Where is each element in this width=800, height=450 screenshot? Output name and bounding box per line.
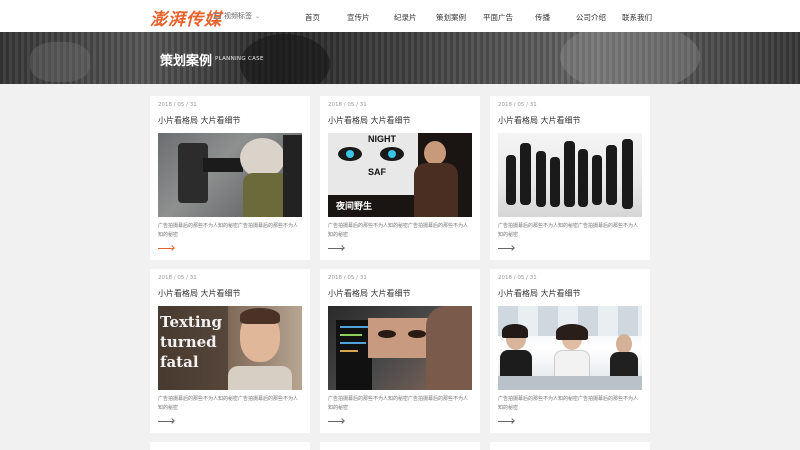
card-description: 广告拍摄幕后的那些不为人知的秘密广告拍摄幕后的那些不为人知的秘密 xyxy=(158,396,299,411)
case-card[interactable] xyxy=(150,442,310,450)
nav-item-communication[interactable]: 传播 xyxy=(535,12,550,23)
site-logo[interactable]: 澎湃传媒 xyxy=(150,5,222,30)
nav-item-print-ads[interactable]: 平面广告 xyxy=(483,12,513,23)
card-date: 2018 / 05 / 31 xyxy=(158,102,197,108)
nav-item-about[interactable]: 公司介绍 xyxy=(576,12,606,23)
card-description: 广告拍摄幕后的那些不为人知的秘密广告拍摄幕后的那些不为人知的秘密 xyxy=(498,223,639,238)
case-card[interactable]: 2018 / 05 / 31 小片看格局 大片看细节 广告拍摄幕后的那些不为人知… xyxy=(490,96,650,260)
nav-item-home[interactable]: 首页 xyxy=(305,12,320,23)
video-tag-dropdown[interactable]: 视频标签 ⌄ xyxy=(214,11,260,21)
case-card[interactable]: 2018 / 05 / 31 小片看格局 大片看细节 广告拍摄幕后的那些不为人知… xyxy=(490,269,650,433)
card-thumbnail[interactable] xyxy=(498,133,642,217)
card-date: 2018 / 05 / 31 xyxy=(328,102,367,108)
case-card[interactable]: 2018 / 05 / 31 小片看格局 大片看细节 NIGHT SAF 夜间野… xyxy=(320,96,480,260)
site-header: 澎湃传媒 视频标签 ⌄ 首页 宣传片 纪录片 策划案例 平面广告 传播 公司介绍… xyxy=(0,0,800,32)
arrow-right-icon[interactable] xyxy=(158,419,174,423)
card-date: 2018 / 05 / 31 xyxy=(328,275,367,281)
card-description: 广告拍摄幕后的那些不为人知的秘密广告拍摄幕后的那些不为人知的秘密 xyxy=(328,223,469,238)
card-date: 2018 / 05 / 31 xyxy=(498,102,537,108)
case-card[interactable]: 2018 / 05 / 31 小片看格局 大片看细节 广告拍摄幕后的那些不为人知… xyxy=(150,96,310,260)
card-date: 2018 / 05 / 31 xyxy=(498,275,537,281)
card-thumbnail[interactable]: Texting turned fatal xyxy=(158,306,302,390)
card-title[interactable]: 小片看格局 大片看细节 xyxy=(498,288,581,299)
card-title[interactable]: 小片看格局 大片看细节 xyxy=(158,288,241,299)
case-card[interactable] xyxy=(490,442,650,450)
arrow-right-icon[interactable] xyxy=(498,419,514,423)
card-title[interactable]: 小片看格局 大片看细节 xyxy=(328,115,411,126)
card-title[interactable]: 小片看格局 大片看细节 xyxy=(158,115,241,126)
card-title[interactable]: 小片看格局 大片看细节 xyxy=(328,288,411,299)
nav-item-promo-film[interactable]: 宣传片 xyxy=(347,12,370,23)
chevron-down-icon: ⌄ xyxy=(255,12,261,20)
card-date: 2018 / 05 / 31 xyxy=(158,275,197,281)
arrow-right-icon[interactable] xyxy=(328,246,344,250)
card-title[interactable]: 小片看格局 大片看细节 xyxy=(498,115,581,126)
nav-item-documentary[interactable]: 纪录片 xyxy=(394,12,417,23)
card-thumbnail[interactable]: NIGHT SAF 夜间野生 xyxy=(328,133,472,217)
arrow-right-icon[interactable] xyxy=(158,246,174,250)
page-banner xyxy=(0,32,800,84)
card-thumbnail[interactable] xyxy=(158,133,302,217)
arrow-right-icon[interactable] xyxy=(498,246,514,250)
arrow-right-icon[interactable] xyxy=(328,419,344,423)
page-title: 策划案例 xyxy=(160,54,213,69)
card-thumbnail[interactable] xyxy=(498,306,642,390)
menu-icon xyxy=(214,13,221,19)
page-subtitle: PLANNING CASE xyxy=(215,56,264,62)
nav-item-contact[interactable]: 联系我们 xyxy=(622,12,652,23)
card-thumbnail[interactable] xyxy=(328,306,472,390)
card-description: 广告拍摄幕后的那些不为人知的秘密广告拍摄幕后的那些不为人知的秘密 xyxy=(498,396,639,411)
card-description: 广告拍摄幕后的那些不为人知的秘密广告拍摄幕后的那些不为人知的秘密 xyxy=(158,223,299,238)
nav-item-planning-cases[interactable]: 策划案例 xyxy=(436,12,466,23)
card-description: 广告拍摄幕后的那些不为人知的秘密广告拍摄幕后的那些不为人知的秘密 xyxy=(328,396,469,411)
video-tag-label: 视频标签 xyxy=(224,12,252,20)
case-card[interactable] xyxy=(320,442,480,450)
case-card[interactable]: 2018 / 05 / 31 小片看格局 大片看细节 Texting turne… xyxy=(150,269,310,433)
case-card[interactable]: 2018 / 05 / 31 小片看格局 大片看细节 广告拍摄幕后的那些不为人知… xyxy=(320,269,480,433)
